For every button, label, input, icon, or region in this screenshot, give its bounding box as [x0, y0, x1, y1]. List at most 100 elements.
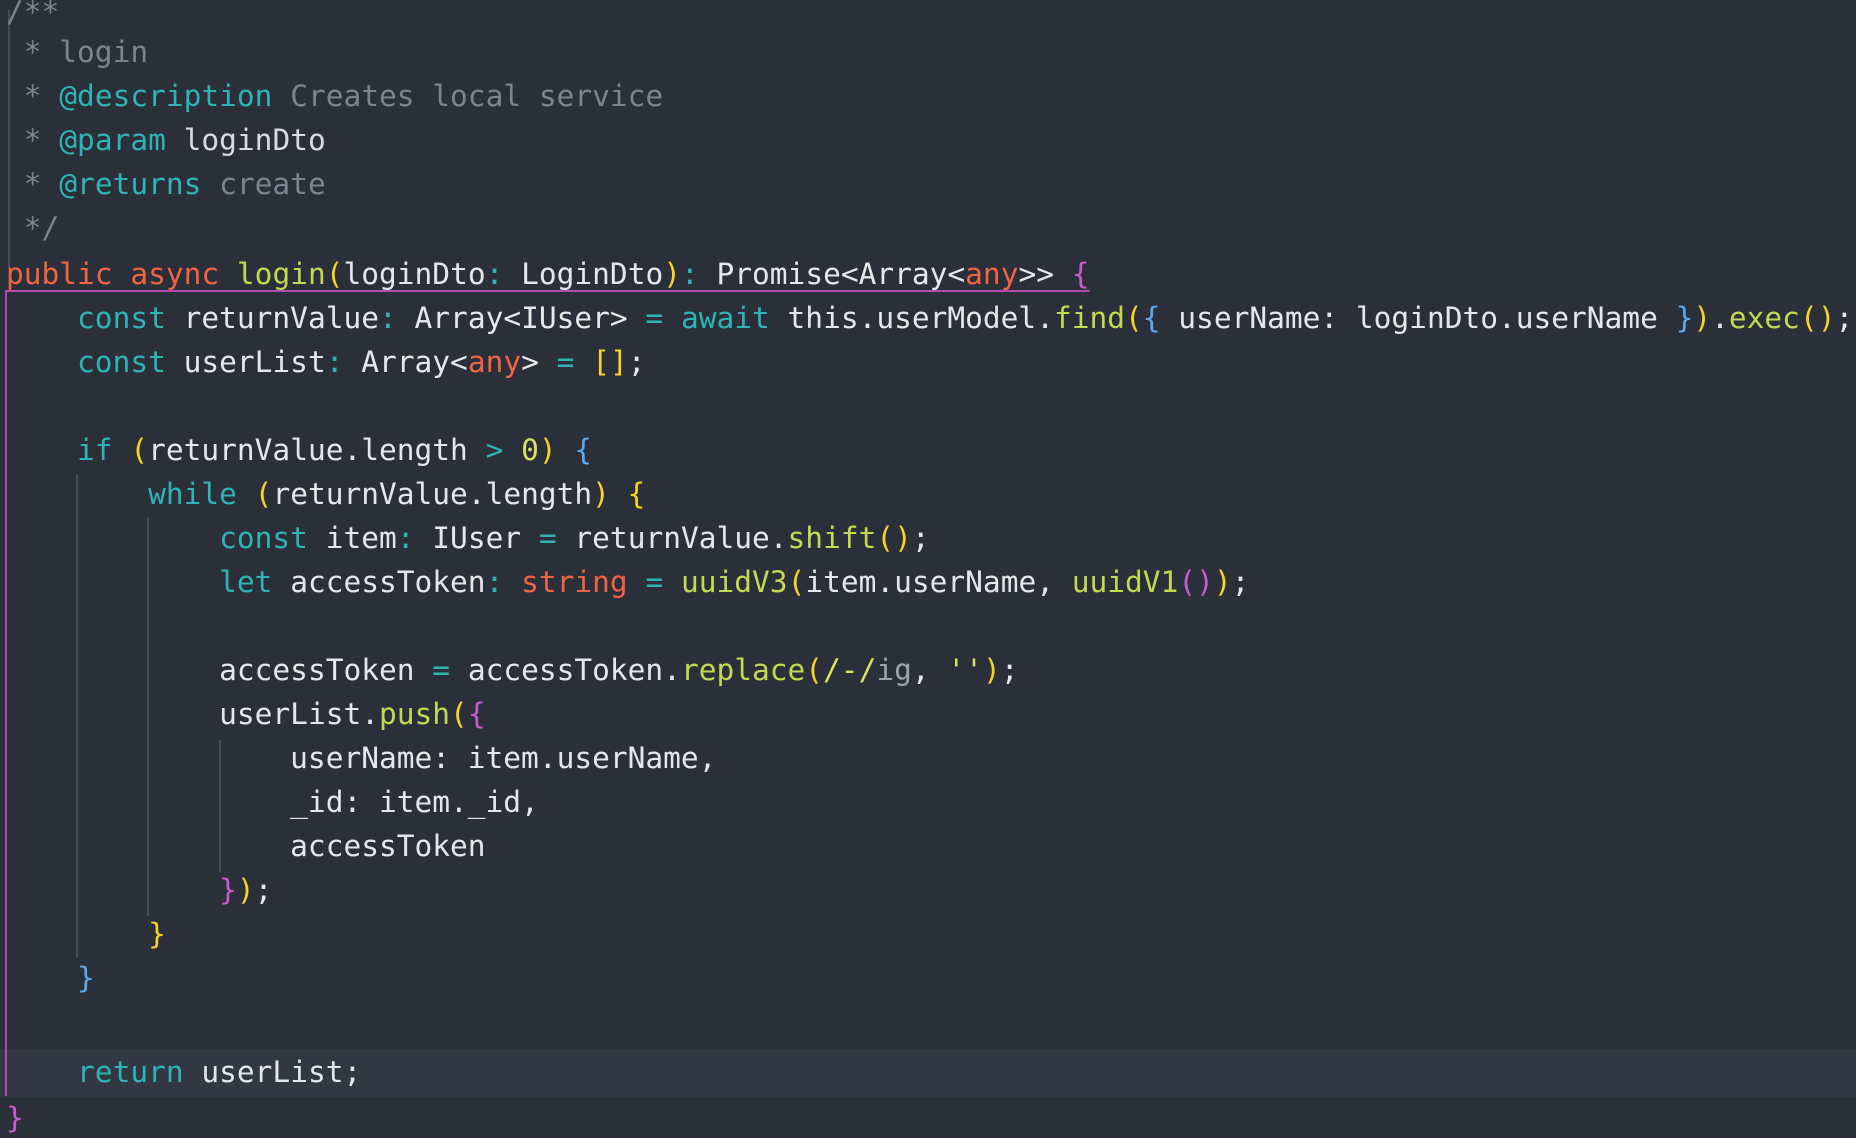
code-token: let [219, 565, 273, 599]
code-line[interactable]: * @param loginDto [6, 118, 326, 162]
code-token: ) [1213, 565, 1232, 599]
code-token: find [1053, 301, 1125, 335]
code-token: ; [911, 521, 930, 555]
code-token: = [414, 653, 468, 687]
code-token: accessToken [6, 829, 486, 863]
code-token: ( [130, 433, 149, 467]
code-line[interactable]: * @description Creates local service [6, 74, 663, 118]
code-token: Array<IUser> [414, 301, 628, 335]
code-token: ig [876, 653, 912, 687]
code-line[interactable]: /** [6, 0, 59, 34]
code-token: () [1178, 565, 1214, 599]
code-token: userList. [219, 697, 379, 731]
code-token: /-/ [823, 653, 877, 687]
code-token: userName: item.userName, [6, 741, 717, 775]
code-token: ; [254, 873, 273, 907]
code-token: @description [59, 79, 273, 113]
code-line[interactable]: if (returnValue.length > 0) { [6, 428, 592, 472]
code-token: const [77, 301, 166, 335]
code-token: */ [6, 211, 60, 245]
code-line[interactable]: * @returns create [6, 162, 326, 206]
code-line[interactable]: accessToken = accessToken.replace(/-/ig,… [6, 648, 1018, 692]
code-token: { [467, 697, 486, 731]
code-token: accessToken [219, 653, 415, 687]
code-token: = [521, 521, 575, 555]
code-line[interactable]: userList.push({ [6, 692, 486, 736]
code-editor[interactable]: /** * login * @description Creates local… [0, 0, 1856, 1138]
code-token: ( [254, 477, 273, 511]
code-token: if [77, 433, 113, 467]
code-token: ) [538, 433, 557, 467]
code-token: /** [6, 0, 60, 29]
code-token: userName: loginDto.userName [1160, 301, 1676, 335]
code-line[interactable]: public async login(loginDto: LoginDto): … [6, 252, 1090, 296]
code-token: * login [6, 35, 149, 69]
code-line[interactable]: }); [6, 868, 272, 912]
code-token: > [467, 433, 522, 467]
code-line[interactable]: const userList: Array<any> = []; [6, 340, 645, 384]
code-token: push [379, 697, 451, 731]
code-token: { [1071, 257, 1090, 291]
code-token: { [574, 433, 593, 467]
code-token: accessToken. [467, 653, 681, 687]
code-line[interactable]: */ [6, 206, 60, 250]
code-line[interactable]: _id: item._id, [6, 780, 539, 824]
code-token: * [6, 79, 60, 113]
code-token: ) [592, 477, 610, 511]
code-line[interactable]: let accessToken: string = uuidV3(item.us… [6, 560, 1249, 604]
code-token: , [911, 653, 948, 687]
code-token: uuidV3 [680, 565, 788, 599]
code-line[interactable]: while (returnValue.length) { [6, 472, 645, 516]
code-line[interactable]: const item: IUser = returnValue.shift(); [6, 516, 930, 560]
code-token: = [627, 301, 681, 335]
code-token: string [521, 565, 628, 599]
code-token: while [148, 477, 237, 511]
code-token: ) [663, 257, 681, 291]
code-token: IUser [432, 521, 522, 555]
code-token: accessToken [272, 565, 486, 599]
code-token: exec [1728, 301, 1800, 335]
code-line[interactable]: accessToken [6, 824, 486, 868]
code-line[interactable]: } [6, 1096, 24, 1138]
code-token: returnValue.length [148, 433, 468, 467]
code-token: * [6, 167, 60, 201]
code-token: Creates local service [272, 79, 664, 113]
code-token: : [485, 257, 522, 291]
code-token: } [1675, 301, 1694, 335]
code-token: @param [59, 123, 166, 157]
code-token: userList; [183, 1055, 362, 1089]
code-token: = [538, 345, 593, 379]
code-token: ) [236, 873, 255, 907]
code-token: ; [1000, 653, 1019, 687]
code-token: ) [1693, 301, 1712, 335]
code-line[interactable]: return userList; [6, 1050, 361, 1094]
code-token: public [6, 257, 113, 291]
code-line[interactable]: * login [6, 30, 148, 74]
code-token: returnValue [165, 301, 379, 335]
code-line[interactable]: const returnValue: Array<IUser> = await … [6, 296, 1853, 340]
code-line[interactable]: } [6, 912, 166, 956]
code-line[interactable]: } [6, 956, 95, 1000]
code-token: : [325, 345, 362, 379]
code-token: } [6, 1101, 24, 1135]
code-token: } [148, 917, 166, 951]
code-line[interactable]: userName: item.userName, [6, 736, 716, 780]
code-token: Promise<Array< [716, 257, 966, 291]
code-token: ; [1231, 565, 1250, 599]
code-token: shift [787, 521, 877, 555]
code-token: any [467, 345, 522, 379]
code-token: login [236, 257, 326, 291]
